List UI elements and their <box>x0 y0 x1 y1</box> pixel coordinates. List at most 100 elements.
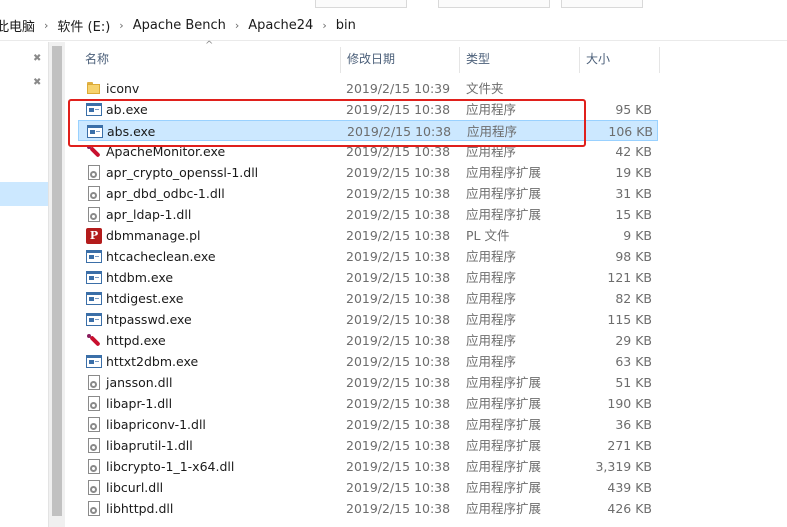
file-type: 应用程序 <box>466 270 517 285</box>
pin-icon[interactable]: ✖ <box>33 54 43 64</box>
chevron-right-icon[interactable]: › <box>44 19 48 32</box>
file-date: 2019/2/15 10:38 <box>346 459 451 474</box>
breadcrumb-apache24[interactable]: Apache24 <box>248 18 313 33</box>
file-date: 2019/2/15 10:38 <box>346 501 451 516</box>
file-row[interactable]: jansson.dll 2019/2/15 10:38 应用程序扩展 51 KB <box>78 372 658 393</box>
file-type: 应用程序 <box>466 333 517 348</box>
file-name: libhttpd.dll <box>106 501 174 516</box>
file-name: htpasswd.exe <box>106 312 192 327</box>
file-name: htcacheclean.exe <box>106 249 216 264</box>
file-row[interactable]: libhttpd.dll 2019/2/15 10:38 应用程序扩展 426 KB <box>78 498 658 519</box>
folder-icon <box>86 81 102 96</box>
chevron-right-icon[interactable]: › <box>119 19 123 32</box>
file-size: 19 KB <box>615 165 652 180</box>
file-type: 应用程序 <box>466 249 517 264</box>
file-size: 439 KB <box>607 480 652 495</box>
file-name: apr_crypto_openssl-1.dll <box>106 165 259 180</box>
file-row[interactable]: httpd.exe 2019/2/15 10:38 应用程序 29 KB <box>78 330 658 351</box>
file-type: 应用程序 <box>466 354 517 369</box>
file-row[interactable]: apr_ldap-1.dll 2019/2/15 10:38 应用程序扩展 15 KB <box>78 204 658 225</box>
file-row[interactable]: htdbm.exe 2019/2/15 10:38 应用程序 121 KB <box>78 267 658 288</box>
chevron-right-icon[interactable]: › <box>235 19 239 32</box>
nav-item-selected[interactable] <box>0 182 48 206</box>
dll-icon <box>86 438 102 453</box>
file-date: 2019/2/15 10:38 <box>346 291 451 306</box>
file-row[interactable]: htdigest.exe 2019/2/15 10:38 应用程序 82 KB <box>78 288 658 309</box>
column-header-size[interactable]: 大小 <box>579 45 659 73</box>
column-header-date[interactable]: 修改日期 <box>340 45 459 73</box>
file-name: apr_dbd_odbc-1.dll <box>106 186 225 201</box>
nav-scrollbar[interactable] <box>48 42 65 527</box>
file-name: httxt2dbm.exe <box>106 354 199 369</box>
file-row[interactable]: htcacheclean.exe 2019/2/15 10:38 应用程序 98 KB <box>78 246 658 267</box>
column-header-name[interactable]: 名称 <box>78 45 340 73</box>
file-name: libcrypto-1_1-x64.dll <box>106 459 235 474</box>
pin-icon[interactable]: ✖ <box>33 78 43 88</box>
file-type: 应用程序扩展 <box>466 459 542 474</box>
file-date: 2019/2/15 10:39 <box>346 81 451 96</box>
file-row[interactable]: libaprutil-1.dll 2019/2/15 10:38 应用程序扩展 271… <box>78 435 658 456</box>
file-type: 文件夹 <box>466 81 504 96</box>
file-type: 应用程序扩展 <box>466 207 542 222</box>
ribbon-button[interactable] <box>561 0 643 8</box>
chevron-right-icon[interactable]: › <box>322 19 326 32</box>
file-row[interactable]: iconv 2019/2/15 10:39 文件夹 <box>78 78 658 99</box>
file-date: 2019/2/15 10:38 <box>346 312 451 327</box>
exe-icon <box>86 270 102 285</box>
file-date: 2019/2/15 10:38 <box>346 249 451 264</box>
file-name: libapr-1.dll <box>106 396 173 411</box>
dll-icon <box>86 165 102 180</box>
file-name: iconv <box>106 81 140 96</box>
breadcrumb-apache-bench[interactable]: Apache Bench <box>133 18 226 33</box>
file-size: 3,319 KB <box>595 459 652 474</box>
file-type: 应用程序扩展 <box>466 417 542 432</box>
file-row[interactable]: libapr-1.dll 2019/2/15 10:38 应用程序扩展 190 KB <box>78 393 658 414</box>
file-name: httpd.exe <box>106 333 166 348</box>
file-size: 42 KB <box>615 144 652 159</box>
perl-file-icon: P <box>86 228 102 244</box>
file-date: 2019/2/15 10:38 <box>346 396 451 411</box>
file-size: 95 KB <box>615 102 652 117</box>
file-type: PL 文件 <box>466 228 510 243</box>
file-row[interactable]: libcrypto-1_1-x64.dll 2019/2/15 10:38 应用程序… <box>78 456 658 477</box>
file-type: 应用程序 <box>466 291 517 306</box>
breadcrumb: 此电脑 › 软件 (E:) › Apache Bench › Apache24 … <box>0 16 356 35</box>
navigation-pane[interactable]: ✖ ✖ <box>0 42 48 527</box>
file-name: libaprutil-1.dll <box>106 438 193 453</box>
file-row[interactable]: apr_crypto_openssl-1.dll 2019/2/15 10:38 应… <box>78 162 658 183</box>
address-bar[interactable]: 此电脑 › 软件 (E:) › Apache Bench › Apache24 … <box>0 10 787 41</box>
file-type: 应用程序扩展 <box>466 186 542 201</box>
apache-feather-icon <box>86 333 102 348</box>
dll-icon <box>86 207 102 222</box>
file-type: 应用程序扩展 <box>466 165 542 180</box>
column-header-type[interactable]: 类型 <box>459 45 579 73</box>
file-name: htdigest.exe <box>106 291 184 306</box>
dll-icon <box>86 375 102 390</box>
file-row[interactable]: apr_dbd_odbc-1.dll 2019/2/15 10:38 应用程序扩展 3… <box>78 183 658 204</box>
file-date: 2019/2/15 10:38 <box>346 438 451 453</box>
dll-icon <box>86 501 102 516</box>
scrollbar-thumb[interactable] <box>52 46 62 516</box>
file-date: 2019/2/15 10:38 <box>346 228 451 243</box>
file-date: 2019/2/15 10:38 <box>346 270 451 285</box>
ribbon-button[interactable] <box>438 0 550 8</box>
breadcrumb-bin[interactable]: bin <box>336 18 356 33</box>
ribbon-button[interactable] <box>315 0 407 8</box>
breadcrumb-this-pc[interactable]: 此电脑 <box>0 16 35 35</box>
dll-icon <box>86 459 102 474</box>
breadcrumb-drive[interactable]: 软件 (E:) <box>57 16 110 35</box>
file-name: htdbm.exe <box>106 270 174 285</box>
file-row[interactable]: libcurl.dll 2019/2/15 10:38 应用程序扩展 439 KB <box>78 477 658 498</box>
file-type: 应用程序扩展 <box>466 480 542 495</box>
dll-icon <box>86 186 102 201</box>
file-size: 115 KB <box>607 312 652 327</box>
file-size: 426 KB <box>607 501 652 516</box>
file-row[interactable]: libapriconv-1.dll 2019/2/15 10:38 应用程序扩展 36… <box>78 414 658 435</box>
column-divider[interactable] <box>659 47 660 73</box>
file-size: 271 KB <box>607 438 652 453</box>
file-row[interactable]: httxt2dbm.exe 2019/2/15 10:38 应用程序 63 KB <box>78 351 658 372</box>
file-row[interactable]: Pdbmmanage.pl 2019/2/15 10:38 PL 文件 9 KB <box>78 225 658 246</box>
file-row[interactable]: htpasswd.exe 2019/2/15 10:38 应用程序 115 KB <box>78 309 658 330</box>
ribbon-remnant <box>0 0 787 8</box>
file-size: 121 KB <box>607 270 652 285</box>
